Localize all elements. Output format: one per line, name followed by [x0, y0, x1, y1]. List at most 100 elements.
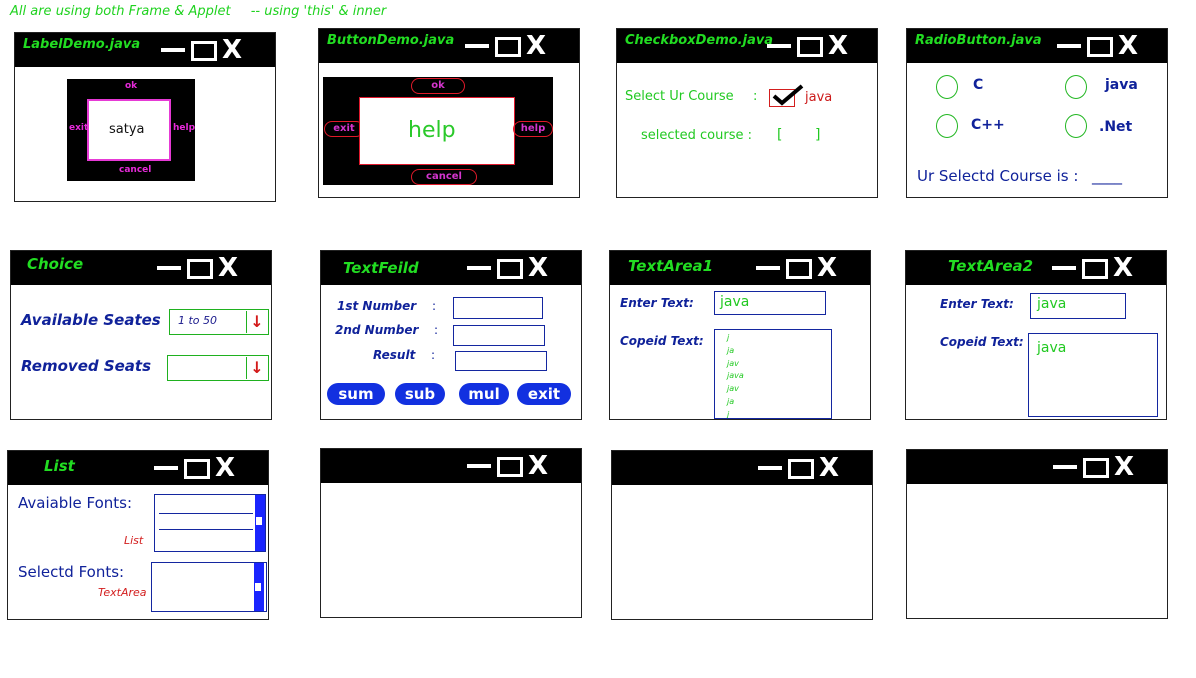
- button-demo-window: ButtonDemo.java X ok exit help help canc…: [318, 28, 580, 198]
- enter-text-value: java: [720, 294, 750, 310]
- close-icon[interactable]: X: [1115, 29, 1141, 63]
- sub-button[interactable]: sub: [395, 383, 445, 405]
- empty-window-2: X: [611, 450, 873, 620]
- checkmark-icon: [772, 84, 804, 106]
- minimize-icon[interactable]: [758, 466, 782, 470]
- close-icon[interactable]: X: [212, 451, 238, 485]
- radio-java[interactable]: [1065, 75, 1087, 99]
- close-icon[interactable]: X: [1110, 251, 1136, 285]
- maximize-icon[interactable]: [187, 259, 213, 279]
- minimize-icon[interactable]: [767, 44, 791, 48]
- list-window: List X Avaiable Fonts: List Selectd Font…: [7, 450, 269, 620]
- copied-line: ja: [727, 396, 735, 406]
- maximize-icon[interactable]: [1087, 37, 1113, 57]
- maximize-icon[interactable]: [497, 259, 523, 279]
- title-bar: X: [321, 449, 581, 483]
- center-label-box: satya: [87, 99, 171, 161]
- title-bar: ButtonDemo.java X: [319, 29, 579, 63]
- radio-c[interactable]: [936, 75, 958, 99]
- radio-cpp[interactable]: [936, 114, 958, 138]
- minimize-icon[interactable]: [161, 48, 185, 52]
- minimize-icon[interactable]: [465, 44, 489, 48]
- minimize-icon[interactable]: [467, 266, 491, 270]
- textarea2-window: TextArea2 X Enter Text: java Copeid Text…: [905, 250, 1167, 420]
- dropdown-arrow-icon[interactable]: ↓: [246, 357, 267, 379]
- mul-button[interactable]: mul: [459, 383, 509, 405]
- title-bar: X: [907, 450, 1167, 484]
- title-bar: TextArea1 X: [610, 251, 870, 285]
- north-button[interactable]: ok: [411, 78, 465, 94]
- close-icon[interactable]: X: [816, 451, 842, 485]
- radio-c-label: C: [973, 77, 984, 93]
- window-controls: X: [767, 31, 849, 61]
- window-controls: X: [465, 31, 547, 61]
- close-icon[interactable]: X: [525, 449, 551, 483]
- close-icon[interactable]: X: [219, 33, 245, 67]
- list-scrollbar[interactable]: [255, 495, 265, 551]
- maximize-icon[interactable]: [786, 259, 812, 279]
- minimize-icon[interactable]: [154, 466, 178, 470]
- available-seats-choice[interactable]: 1 to 50 ↓: [169, 309, 269, 335]
- sum-button[interactable]: sum: [327, 383, 385, 405]
- window-controls: X: [1052, 253, 1134, 283]
- window-title: RadioButton.java: [915, 33, 1042, 48]
- minimize-icon[interactable]: [157, 266, 181, 270]
- second-number-field[interactable]: [453, 325, 545, 346]
- maximize-icon[interactable]: [184, 459, 210, 479]
- close-icon[interactable]: X: [1111, 450, 1137, 484]
- minimize-icon[interactable]: [756, 266, 780, 270]
- close-icon[interactable]: X: [814, 251, 840, 285]
- selected-bracket-open: [: [777, 127, 783, 143]
- window-title: List: [44, 457, 75, 475]
- window-title: TextArea2: [948, 257, 1034, 275]
- south-button[interactable]: cancel: [411, 169, 477, 185]
- center-button[interactable]: help: [359, 97, 515, 165]
- copied-text-label: Copeid Text:: [620, 334, 704, 348]
- window-title: CheckboxDemo.java: [625, 33, 774, 48]
- result-colon: :: [431, 348, 436, 362]
- copied-text-area[interactable]: java: [1028, 333, 1158, 417]
- south-label: cancel: [119, 165, 152, 175]
- selected-fonts-area[interactable]: [151, 562, 267, 612]
- maximize-icon[interactable]: [497, 457, 523, 477]
- maximize-icon[interactable]: [788, 459, 814, 479]
- maximize-icon[interactable]: [797, 37, 823, 57]
- window-controls: X: [1057, 31, 1139, 61]
- east-button[interactable]: help: [513, 121, 553, 137]
- minimize-icon[interactable]: [1053, 465, 1077, 469]
- minimize-icon[interactable]: [467, 464, 491, 468]
- close-icon[interactable]: X: [825, 29, 851, 63]
- title-bar: Choice X: [11, 251, 271, 285]
- minimize-icon[interactable]: [1052, 266, 1076, 270]
- maximize-icon[interactable]: [1083, 458, 1109, 478]
- first-number-field[interactable]: [453, 297, 543, 319]
- maximize-icon[interactable]: [495, 37, 521, 57]
- textarea-scrollbar[interactable]: [254, 563, 264, 611]
- maximize-icon[interactable]: [1082, 259, 1108, 279]
- available-fonts-list[interactable]: [154, 494, 266, 552]
- textarea1-window: TextArea1 X Enter Text: java Copeid Text…: [609, 250, 871, 420]
- enter-text-field[interactable]: java: [1030, 293, 1126, 319]
- selected-course-label: selected course :: [641, 128, 752, 143]
- checkbox-demo-window: CheckboxDemo.java X Select Ur Course : j…: [616, 28, 878, 198]
- second-number-colon: :: [434, 323, 439, 337]
- copied-text-area[interactable]: j ja jav java jav ja j: [714, 329, 832, 419]
- close-icon[interactable]: X: [215, 251, 241, 285]
- north-label: ok: [125, 81, 138, 91]
- java-checkbox[interactable]: [769, 84, 804, 107]
- minimize-icon[interactable]: [1057, 44, 1081, 48]
- exit-button[interactable]: exit: [517, 383, 571, 405]
- available-seats-value: 1 to 50: [178, 314, 218, 327]
- removed-seats-choice[interactable]: ↓: [167, 355, 269, 381]
- result-field[interactable]: [455, 351, 547, 371]
- radio-net[interactable]: [1065, 114, 1087, 138]
- maximize-icon[interactable]: [191, 41, 217, 61]
- dropdown-arrow-icon[interactable]: ↓: [246, 311, 267, 333]
- list-row-divider: [159, 513, 253, 514]
- west-button[interactable]: exit: [324, 121, 364, 137]
- close-icon[interactable]: X: [525, 251, 551, 285]
- close-icon[interactable]: X: [523, 29, 549, 63]
- label-demo-window: LabelDemo.java X ok exit satya help canc…: [14, 32, 276, 202]
- empty-window-3: X: [906, 449, 1168, 619]
- enter-text-field[interactable]: java: [714, 291, 826, 315]
